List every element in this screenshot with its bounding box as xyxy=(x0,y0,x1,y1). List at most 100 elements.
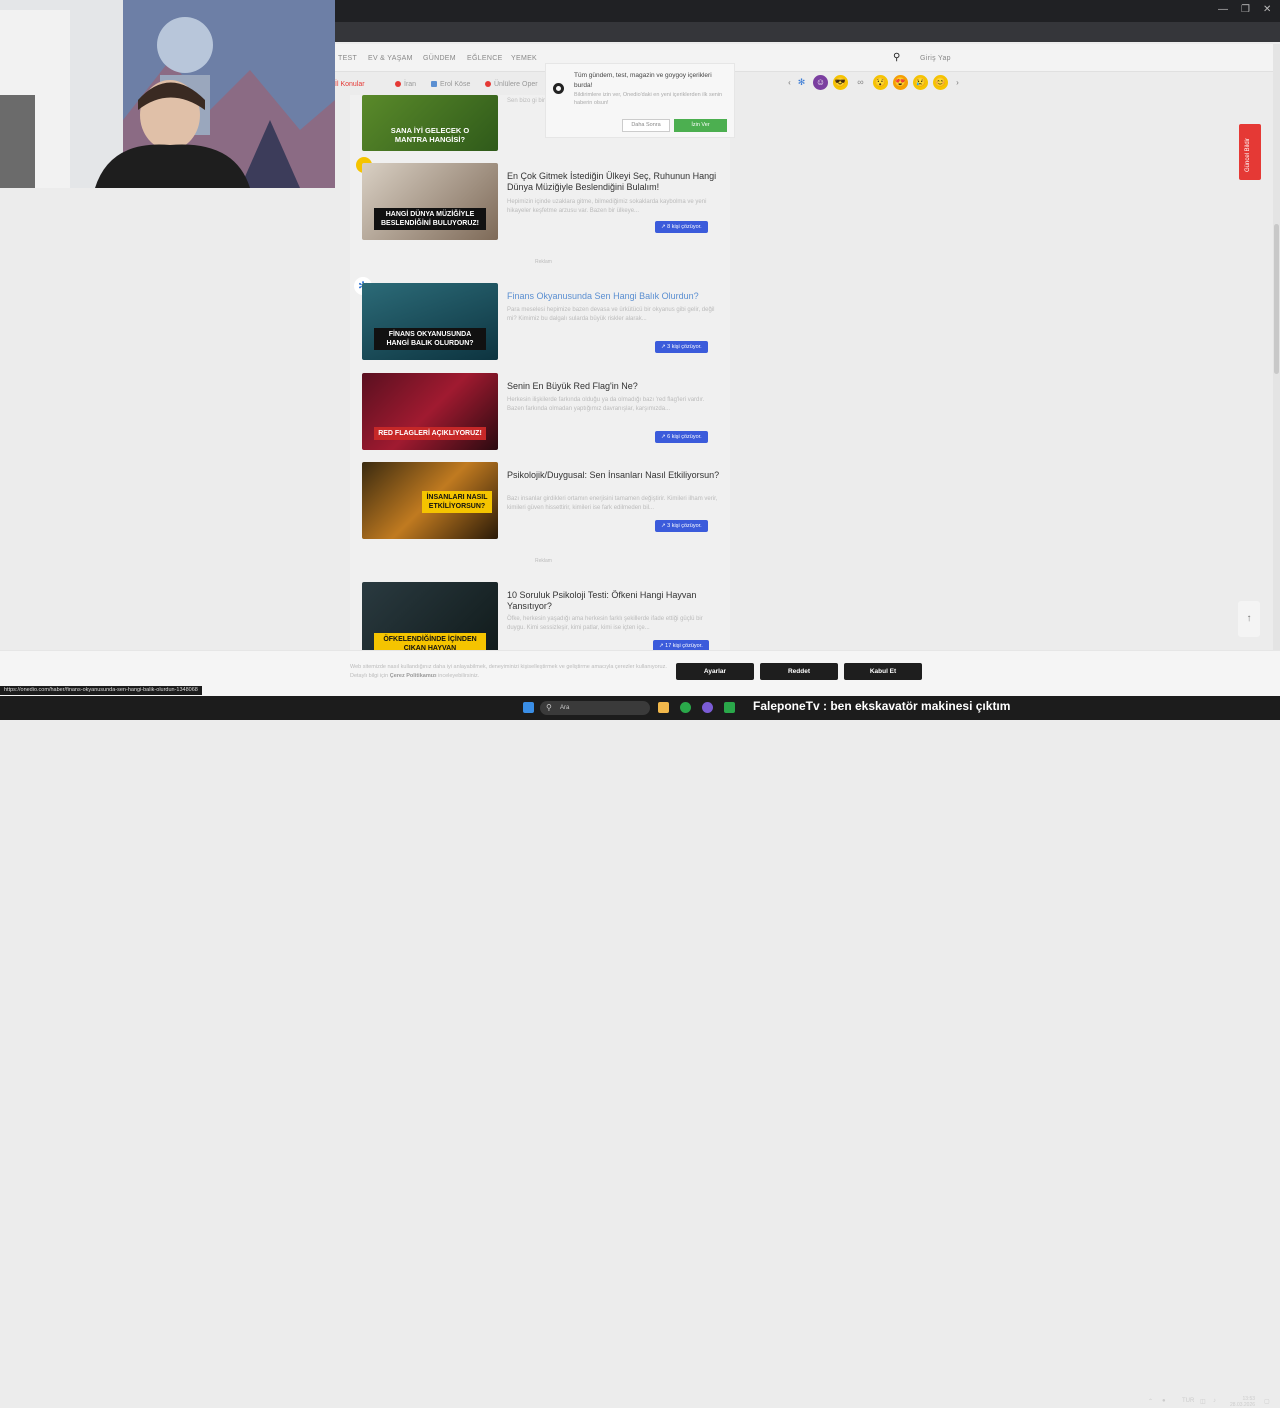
allow-button[interactable]: İzin Ver xyxy=(674,119,727,132)
login-link[interactable]: Giriş Yap xyxy=(920,55,951,62)
feedback-side-tab[interactable]: Güncel Bildir xyxy=(1239,124,1261,180)
thumbnail-caption: RED FLAGLERİ AÇIKLIYORUZ! xyxy=(374,426,486,440)
solving-count-badge: ↗ 6 kişi çözüyor. xyxy=(655,431,708,443)
badge-label: 8 kişi çözüyor. xyxy=(667,224,702,230)
solving-count-badge: ↗ 3 kişi çözüyor. xyxy=(655,520,708,532)
cookie-reject-button[interactable]: Reddet xyxy=(760,663,838,680)
link-preview-url: https://onedio.com/haber/finans-okyanusu… xyxy=(0,686,202,695)
onedio-emoji-icon[interactable]: ✻ xyxy=(794,75,809,90)
badge-label: 6 kişi çözüyor. xyxy=(667,434,702,440)
cookie-policy-link[interactable]: Çerez Politikamızı xyxy=(390,673,437,679)
chip-iran[interactable]: İran xyxy=(395,81,416,88)
feedback-tab-label: Güncel Bildir xyxy=(1245,137,1251,172)
card-title[interactable]: Psikolojik/Duygusal: Sen İnsanları Nasıl… xyxy=(507,470,722,481)
file-explorer-icon[interactable] xyxy=(658,702,669,713)
love-emoji-icon[interactable]: 😍 xyxy=(893,75,908,90)
scrollbar-thumb[interactable] xyxy=(1274,224,1279,374)
onedio-logo-icon xyxy=(553,83,564,94)
surprised-emoji-icon[interactable]: 😯 xyxy=(873,75,888,90)
chip-label: İl Konular xyxy=(335,81,365,88)
purple-emoji-icon[interactable]: ☺ xyxy=(813,75,828,90)
list-item[interactable]: ✻ FİNANS OKYANUSUNDA HANGİ BALIK OLURDUN… xyxy=(354,277,722,363)
solving-count-badge: ↗ 17 kişi çözüyor. xyxy=(653,640,709,650)
network-icon[interactable]: ◫ xyxy=(1200,1398,1206,1405)
list-item[interactable]: ÖFKELENDİĞİNDE İÇİNDEN ÇIKAN HAYVAN 10 S… xyxy=(362,582,722,650)
chip-dot xyxy=(431,81,437,88)
chrome-icon[interactable] xyxy=(680,702,691,713)
search-icon[interactable]: ⚲ xyxy=(893,52,901,63)
list-item[interactable]: İNSANLARI NASIL ETKİLİYORSUN? Psikolojik… xyxy=(362,462,722,542)
volume-icon[interactable]: ♪ xyxy=(1213,1398,1216,1404)
chip-label: Ünlülere Oper xyxy=(494,81,538,88)
solving-count-badge: ↗ 3 kişi çözüyor. xyxy=(655,341,708,353)
badge-label: 3 kişi çözüyor. xyxy=(667,523,702,529)
nav-item-gundem[interactable]: GÜNDEM xyxy=(423,55,456,62)
list-item[interactable]: RED FLAGLERİ AÇIKLIYORUZ! Senin En Büyük… xyxy=(362,373,722,453)
thumbnail-image[interactable]: FİNANS OKYANUSUNDA HANGİ BALIK OLURDUN? xyxy=(362,283,498,360)
app-icon[interactable] xyxy=(724,702,735,713)
thumbnail-image[interactable]: RED FLAGLERİ AÇIKLIYORUZ! xyxy=(362,373,498,450)
taskbar-search-label: Ara xyxy=(560,705,570,711)
card-title[interactable]: 10 Soruluk Psikoloji Testi: Öfkeni Hangi… xyxy=(507,590,722,613)
nav-item-test[interactable]: TEST xyxy=(338,55,357,62)
later-button[interactable]: Daha Sonra xyxy=(622,119,670,132)
microphone-icon[interactable]: ● xyxy=(1162,1398,1166,1404)
badge-label: 17 kişi çözüyor. xyxy=(665,643,703,649)
taskbar-search[interactable]: ⚲ Ara xyxy=(540,701,650,715)
chip-dot xyxy=(395,81,401,88)
chip-unlulere[interactable]: Ünlülere Oper xyxy=(485,81,538,88)
thumbnail-image[interactable]: SANA İYİ GELECEK O MANTRA HANGİSİ? xyxy=(362,95,498,151)
nav-item-eglence[interactable]: EĞLENCE xyxy=(467,55,503,62)
chip-erol-kose[interactable]: Erol Köse xyxy=(431,81,470,88)
thumbnail-caption: ÖFKELENDİĞİNDE İÇİNDEN ÇIKAN HAYVAN xyxy=(374,632,486,650)
card-title[interactable]: Finans Okyanusunda Sen Hangi Balık Olurd… xyxy=(507,291,722,302)
notification-icon[interactable]: ▢ xyxy=(1264,1398,1270,1405)
cookie-accept-button[interactable]: Kabul Et xyxy=(844,663,922,680)
webcam-overlay xyxy=(0,0,335,188)
card-title[interactable]: En Çok Gitmek İstediğin Ülkeyi Seç, Ruhu… xyxy=(507,171,722,194)
chip-label: İran xyxy=(404,81,417,88)
chevron-right-icon[interactable]: › xyxy=(950,75,965,90)
badge-label: 3 kişi çözüyor. xyxy=(667,344,702,350)
card-description: Herkesin ilişkilerde farkında olduğu ya … xyxy=(507,397,705,412)
cookie-text-end: inceleyebilirsiniz. xyxy=(438,672,480,679)
page-scrollbar[interactable] xyxy=(1273,44,1280,650)
thumbnail-caption: İNSANLARI NASIL ETKİLİYORSUN? xyxy=(422,490,492,513)
site-nav-bar: TEST EV & YAŞAM GÜNDEM EĞLENCE YEMEK ⚲ G… xyxy=(335,44,1280,72)
language-indicator[interactable]: TUR xyxy=(1182,1398,1194,1404)
minimize-icon[interactable]: — xyxy=(1218,4,1228,15)
thumbnail-image[interactable]: HANGİ DÜNYA MÜZİĞİYLE BESLENDİĞİNİ BULUY… xyxy=(362,163,498,240)
thumbnail-caption: FİNANS OKYANUSUNDA HANGİ BALIK OLURDUN? xyxy=(374,327,486,350)
cookie-settings-button[interactable]: Ayarlar xyxy=(676,663,754,680)
card-title[interactable]: Senin En Büyük Red Flag'in Ne? xyxy=(507,381,722,392)
tray-chevron-icon[interactable]: ⌃ xyxy=(1148,1398,1153,1405)
notification-permission-popup: Tüm gündem, test, magazin ve goygoy içer… xyxy=(545,63,735,138)
clock-date: 28.03.2026 xyxy=(1230,1402,1256,1408)
scroll-to-top-button[interactable]: ↑ xyxy=(1238,601,1260,637)
windows-taskbar: ⚲ Ara ⌃ ● TUR ◫ ♪ 13:53 28.03.2026 ▢ xyxy=(0,696,1280,1408)
thumbnail-image[interactable]: İNSANLARI NASIL ETKİLİYORSUN? xyxy=(362,462,498,539)
windows-start-icon[interactable] xyxy=(523,702,534,713)
nav-item-yemek[interactable]: YEMEK xyxy=(511,55,537,62)
card-description: Para meselesi hepimize bazen devasa ve ü… xyxy=(507,307,715,322)
card-description: Hepimizin içinde uzaklara gitme, bilmedi… xyxy=(507,199,707,214)
cookie-text: Web sitemizde nasıl kullandığınız daha i… xyxy=(350,663,670,681)
search-icon: ⚲ xyxy=(546,703,552,712)
list-item[interactable]: ● HANGİ DÜNYA MÜZİĞİYLE BESLENDİĞİNİ BUL… xyxy=(356,157,722,243)
thumbnail-image[interactable]: ÖFKELENDİĞİNDE İÇİNDEN ÇIKAN HAYVAN xyxy=(362,582,498,650)
sad-emoji-icon[interactable]: 😢 xyxy=(913,75,928,90)
infinity-emoji-icon[interactable]: ∞ xyxy=(853,75,868,90)
card-description: Öfke, herkesin yaşadığı ama herkesin far… xyxy=(507,616,703,631)
cool-emoji-icon[interactable]: 😎 xyxy=(833,75,848,90)
chip-label: Erol Köse xyxy=(440,81,471,88)
thumbnail-caption: HANGİ DÜNYA MÜZİĞİYLE BESLENDİĞİNİ BULUY… xyxy=(374,207,486,230)
chip-konular[interactable]: İl Konular xyxy=(335,81,365,88)
nav-item-ev-yasam[interactable]: EV & YAŞAM xyxy=(368,55,413,62)
card-description: Bazı insanlar girdikleri ortamın enerjis… xyxy=(507,496,718,511)
happy-emoji-icon[interactable]: 😊 xyxy=(933,75,948,90)
clock[interactable]: 13:53 28.03.2026 xyxy=(1230,1396,1255,1408)
solving-count-badge: ↗ 8 kişi çözüyor. xyxy=(655,221,708,233)
maximize-icon[interactable]: ❐ xyxy=(1241,4,1250,15)
close-icon[interactable]: ✕ xyxy=(1263,4,1271,15)
discord-icon[interactable] xyxy=(702,702,713,713)
